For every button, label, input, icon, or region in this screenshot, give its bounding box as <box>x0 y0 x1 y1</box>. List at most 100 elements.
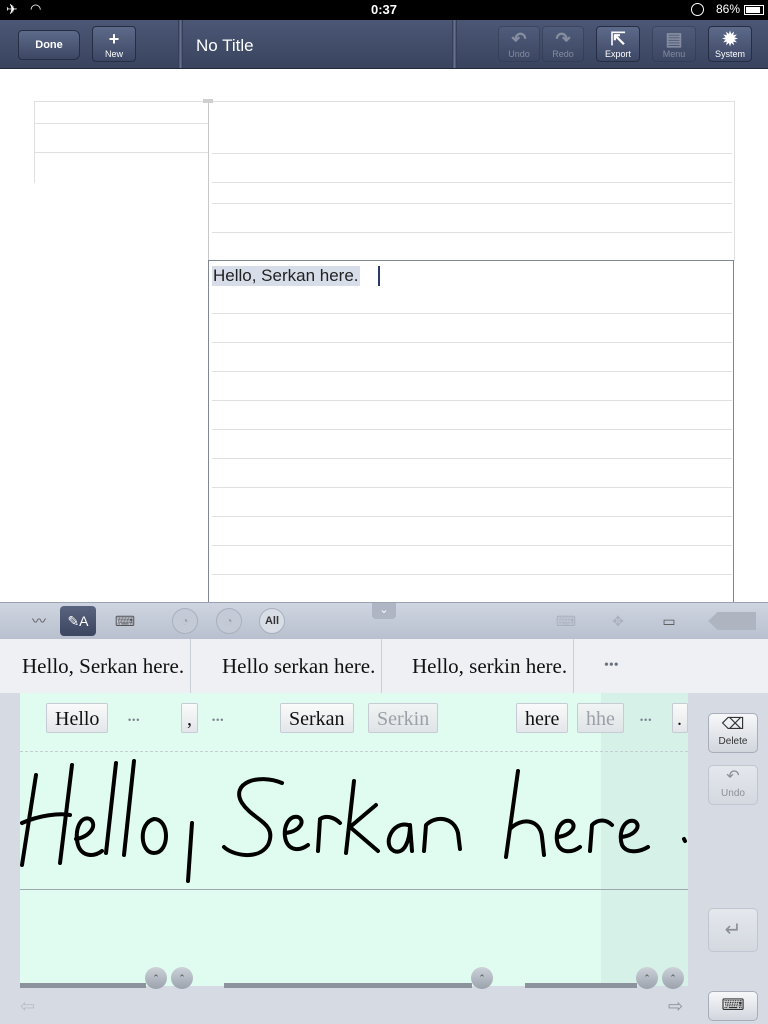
scroll-handle-icon[interactable]: ⌃ <box>145 967 167 989</box>
menu-button[interactable]: ▤ Menu <box>652 26 696 62</box>
export-label: Export <box>604 49 631 59</box>
ruled-line <box>212 429 732 430</box>
status-time: 0:37 <box>370 2 398 17</box>
ruled-line <box>212 313 732 314</box>
text-cursor <box>378 266 380 286</box>
undo-writing-label: Undo <box>721 788 745 799</box>
column-divider <box>208 101 209 261</box>
battery-icon <box>744 5 764 15</box>
toolbar-divider <box>178 20 183 68</box>
new-button[interactable]: + New <box>92 26 136 62</box>
move-icon[interactable]: ✥ <box>604 606 632 636</box>
scroll-track <box>20 983 146 988</box>
more-candidates-button[interactable]: ••• <box>598 639 625 693</box>
redo-label: Redo <box>552 49 574 59</box>
gear-icon: ✹ <box>722 29 738 49</box>
word-candidate[interactable]: , <box>181 703 198 733</box>
scroll-handle-icon[interactable]: ⌃ <box>171 967 193 989</box>
export-button[interactable]: ⇱ Export <box>596 26 640 62</box>
grid-line <box>212 182 732 183</box>
ruled-line <box>212 487 732 488</box>
document-area[interactable]: Hello, Serkan here. <box>0 69 768 605</box>
word-candidate[interactable]: . <box>672 703 688 733</box>
tray-icon[interactable]: ▭ <box>654 606 684 636</box>
undo-writing-button[interactable]: ↶ Undo <box>708 765 758 805</box>
disabled-option-icon[interactable]: ◔ <box>172 608 198 634</box>
all-button[interactable]: All <box>259 608 285 634</box>
active-text-cell[interactable] <box>208 260 734 605</box>
chevron-down-icon[interactable]: ⌄ <box>372 603 396 619</box>
undo-label: Undo <box>508 49 530 59</box>
more-word-options[interactable]: ••• <box>128 715 140 725</box>
word-candidate-alt[interactable]: hhe <box>577 703 624 733</box>
scroll-handle-icon[interactable]: ⌃ <box>636 967 658 989</box>
disabled-option-icon[interactable]: ◔ <box>216 608 242 634</box>
scroll-handle-icon[interactable]: ⌃ <box>471 967 493 989</box>
candidate-item[interactable]: Hello, Serkan here. <box>16 639 192 693</box>
grid-line <box>34 101 734 102</box>
toolbar-divider <box>452 20 457 68</box>
column-handle[interactable] <box>203 99 213 103</box>
delete-icon: ⌫ <box>721 716 745 733</box>
draw-mode-icon[interactable]: 〰 <box>24 606 54 636</box>
candidate-item[interactable]: Hello, serkin here. <box>406 639 575 693</box>
ruled-line <box>212 342 732 343</box>
redo-button[interactable]: ↷ Redo <box>542 26 584 62</box>
undo-button[interactable]: ↶ Undo <box>498 26 540 62</box>
grid-line <box>734 101 735 261</box>
word-candidate[interactable]: Serkan <box>280 703 354 733</box>
undo-icon: ↶ <box>511 29 527 49</box>
grid-line <box>34 123 208 124</box>
handwriting-recognition-icon[interactable]: ✎A <box>60 606 96 636</box>
ruled-line <box>212 458 732 459</box>
document-title[interactable]: No Title <box>196 36 254 56</box>
return-button[interactable]: ↵ <box>708 908 758 952</box>
plus-icon: + <box>108 29 120 49</box>
more-word-options[interactable]: ••• <box>212 715 224 725</box>
more-word-options[interactable]: ••• <box>640 715 652 725</box>
candidate-item[interactable]: Hello serkan here. <box>216 639 383 693</box>
keyboard-mode-icon[interactable]: ⌨ <box>110 606 140 636</box>
keyboard-icon: ⌨ <box>721 997 745 1014</box>
ruled-line <box>212 574 732 575</box>
system-label: System <box>714 49 745 59</box>
grid-line <box>212 203 732 204</box>
menu-icon: ▤ <box>665 29 683 49</box>
word-candidate-alt[interactable]: Serkin <box>368 703 439 733</box>
document-text[interactable]: Hello, Serkan here. <box>212 266 360 286</box>
done-label: Done <box>35 39 63 51</box>
grid-line <box>212 153 732 154</box>
export-icon: ⇱ <box>610 29 626 49</box>
menu-label: Menu <box>662 49 686 59</box>
word-candidate[interactable]: here <box>516 703 569 733</box>
delete-button[interactable]: ⌫ Delete <box>708 713 758 753</box>
ruled-line <box>212 371 732 372</box>
grid-line <box>212 232 732 233</box>
ruled-line <box>212 545 732 546</box>
arrow-left-icon[interactable]: ⇦ <box>20 996 35 1017</box>
sentence-candidates: Hello, Serkan here. Hello serkan here. H… <box>0 639 768 694</box>
backspace-icon[interactable] <box>708 612 756 630</box>
done-button[interactable]: Done <box>18 30 80 60</box>
hide-keyboard-button[interactable]: ⌨ <box>708 991 758 1021</box>
arrow-right-icon[interactable]: ⇨ <box>668 996 683 1017</box>
handwriting-panel: Hello ••• , ••• Serkan Serkin here hhe •… <box>0 693 768 1024</box>
delete-label: Delete <box>718 736 748 747</box>
battery-percent: 86% <box>715 2 740 16</box>
word-candidate[interactable]: Hello <box>46 703 109 733</box>
grid-line <box>34 152 208 153</box>
scroll-handle-icon[interactable]: ⌃ <box>662 967 684 989</box>
redo-icon: ↷ <box>555 29 571 49</box>
scroll-track <box>224 983 472 988</box>
return-icon: ↵ <box>724 919 742 941</box>
system-button[interactable]: ✹ System <box>708 26 752 62</box>
scroll-track <box>525 983 637 988</box>
new-label: New <box>104 49 123 59</box>
status-bar: ✈ ◠ 0:37 86% <box>0 0 768 20</box>
undo-icon: ↶ <box>726 768 740 785</box>
top-toolbar: Done + New No Title ↶ Undo ↷ Redo ⇱ Expo… <box>0 20 768 69</box>
input-toolbar: 〰 ✎A ⌨ ◔ ◔ All ⌄ ⌨ ✥ ▭ <box>0 602 768 640</box>
ruled-line <box>212 400 732 401</box>
rotation-lock-icon <box>691 3 704 16</box>
keyboard-left-icon[interactable]: ⌨ <box>552 606 580 636</box>
